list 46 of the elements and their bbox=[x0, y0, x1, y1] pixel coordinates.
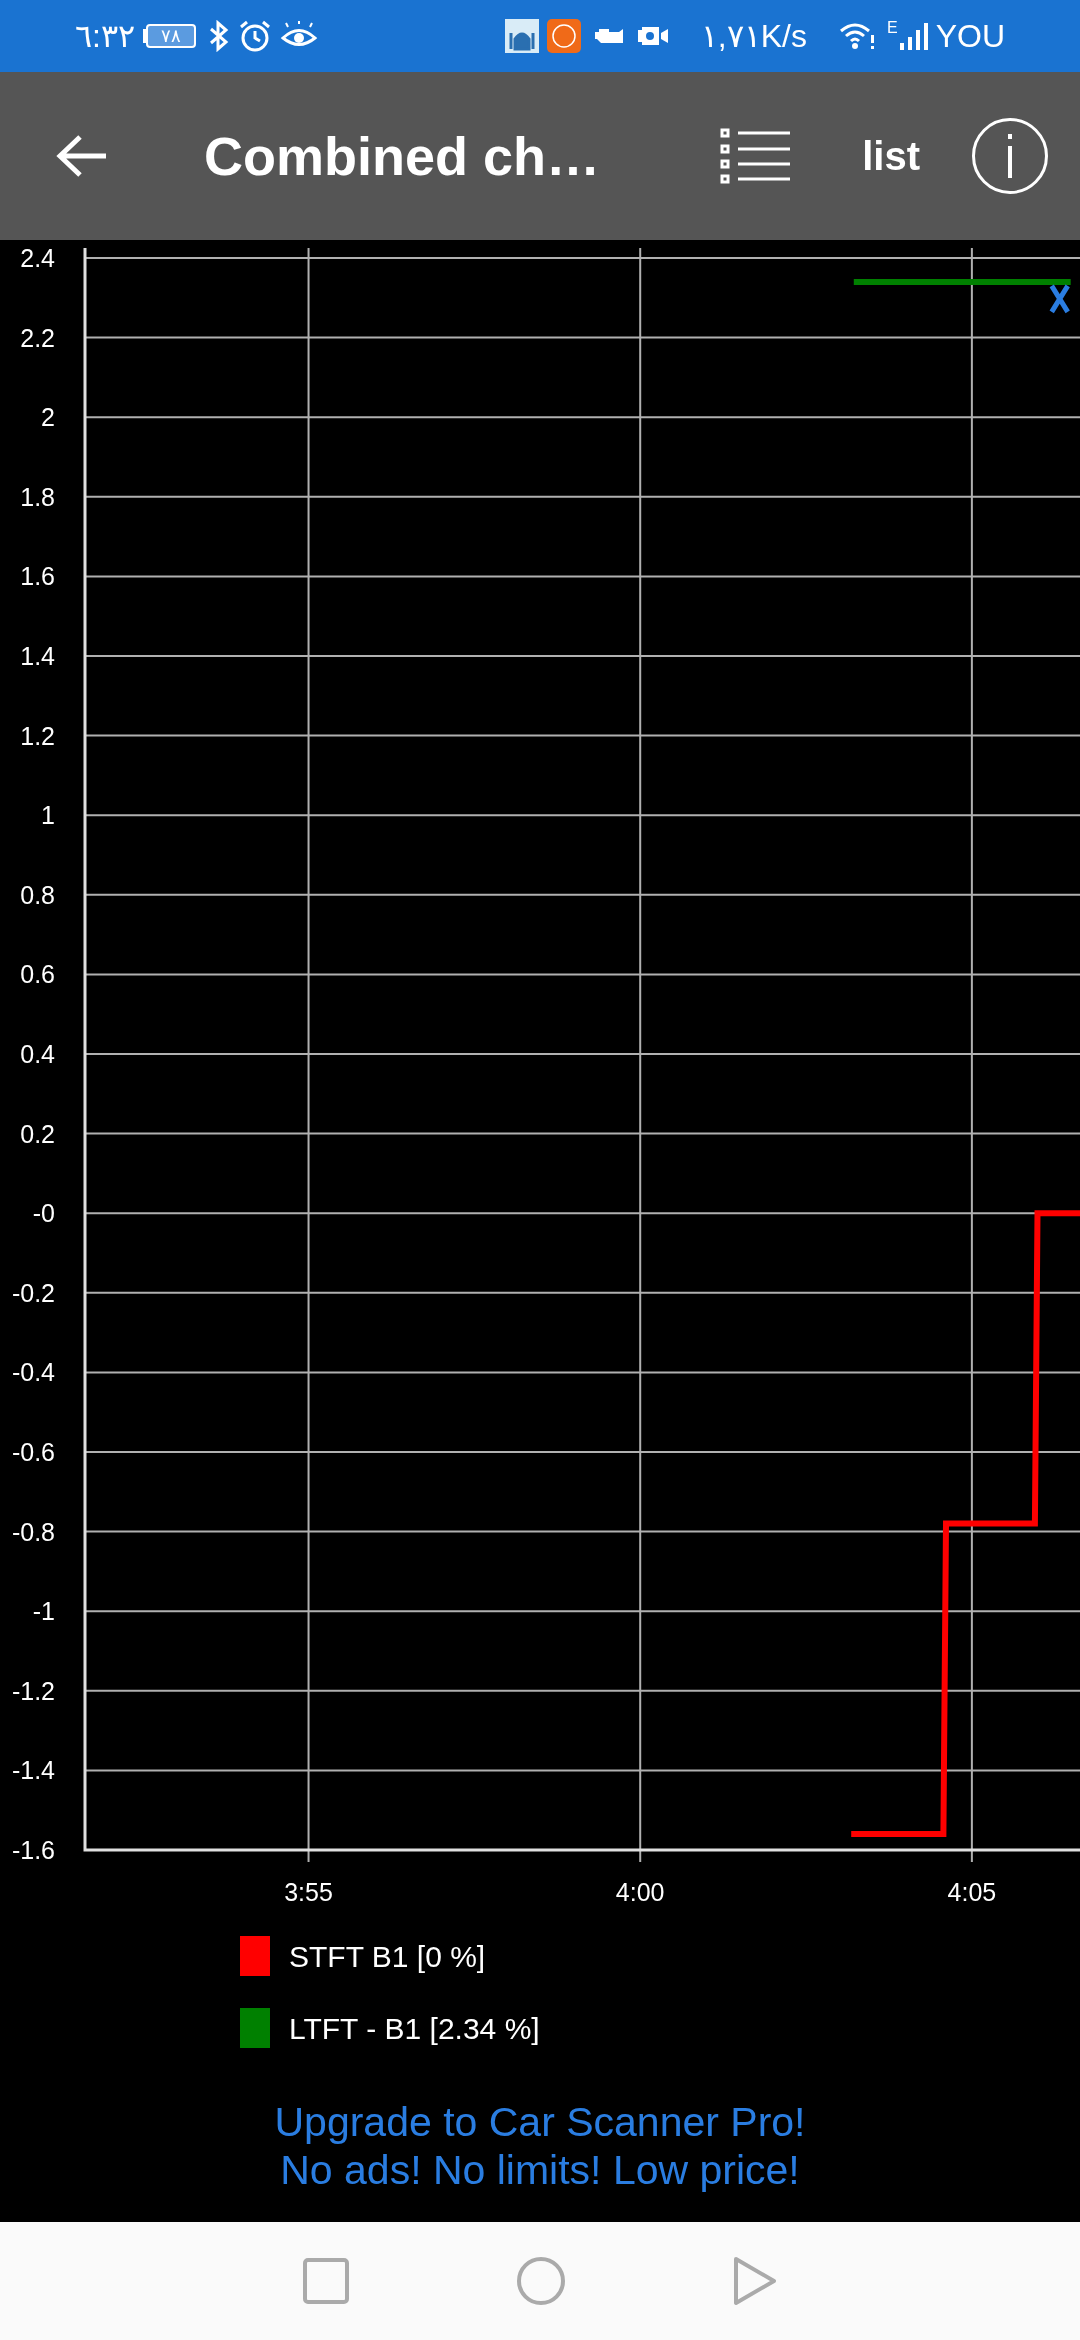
legend-label: LTFT - B1 [2.34 %] bbox=[289, 2010, 540, 2047]
alarm-icon bbox=[237, 19, 272, 53]
y-axis-label: -0.2 bbox=[11, 1278, 55, 1307]
x-axis-label: 4:05 bbox=[947, 1878, 997, 1906]
bluetooth-icon bbox=[207, 20, 230, 52]
y-axis-label: 1.6 bbox=[20, 562, 55, 591]
y-axis-label: -1.6 bbox=[11, 1836, 55, 1864]
y-axis-label: 0.8 bbox=[20, 880, 55, 909]
y-axis-label: 2.2 bbox=[20, 323, 55, 352]
cross-marker-icon bbox=[1049, 283, 1071, 315]
upgrade-link[interactable]: No ads! No limits! Low price! bbox=[280, 2146, 800, 2194]
y-axis-label: -1.2 bbox=[11, 1676, 55, 1705]
info-button[interactable] bbox=[972, 118, 1048, 194]
screen-title: Combined ch… bbox=[204, 124, 600, 188]
app-icon bbox=[546, 19, 581, 53]
y-axis-label: 2 bbox=[41, 403, 55, 432]
y-axis-label: 0.6 bbox=[20, 960, 55, 989]
y-axis-label: 0.2 bbox=[20, 1119, 55, 1148]
y-axis-label: 1.4 bbox=[20, 642, 55, 670]
y-axis-label: -1 bbox=[32, 1597, 55, 1626]
y-axis-label: -1.4 bbox=[11, 1756, 55, 1785]
x-axis-label: 4:00 bbox=[615, 1878, 665, 1906]
mosque-icon bbox=[504, 19, 539, 53]
y-axis-label: -0 bbox=[32, 1199, 55, 1228]
y-axis-label: 0.4 bbox=[20, 1040, 55, 1068]
battery-icon: ٧٨ bbox=[142, 24, 196, 48]
y-axis-label: 2.4 bbox=[20, 244, 55, 272]
clock-time: ٦:٣٢ bbox=[75, 17, 135, 56]
y-axis-label: 1 bbox=[41, 801, 55, 830]
carrier-name: YOU bbox=[935, 17, 1005, 56]
info-icon bbox=[1006, 134, 1014, 178]
legend-label: STFT B1 [0 %] bbox=[289, 1938, 486, 1975]
camera-icon bbox=[636, 25, 669, 47]
list-icon bbox=[720, 128, 793, 184]
upgrade-link[interactable]: Upgrade to Car Scanner Pro! bbox=[274, 2098, 806, 2146]
x-axis-label: 3:55 bbox=[284, 1878, 333, 1906]
wifi-icon bbox=[839, 21, 875, 51]
y-axis-label: -0.6 bbox=[11, 1438, 55, 1466]
y-axis-label: -0.4 bbox=[11, 1358, 55, 1387]
network-type: E bbox=[887, 18, 898, 38]
list-button[interactable]: list bbox=[862, 126, 920, 186]
y-axis-label: 1.2 bbox=[20, 721, 55, 750]
network-speed: ١,٧١K/s bbox=[700, 17, 807, 56]
back-arrow-icon bbox=[56, 134, 108, 178]
y-axis-label: -0.8 bbox=[11, 1517, 55, 1546]
y-axis-label: 1.8 bbox=[20, 482, 55, 511]
